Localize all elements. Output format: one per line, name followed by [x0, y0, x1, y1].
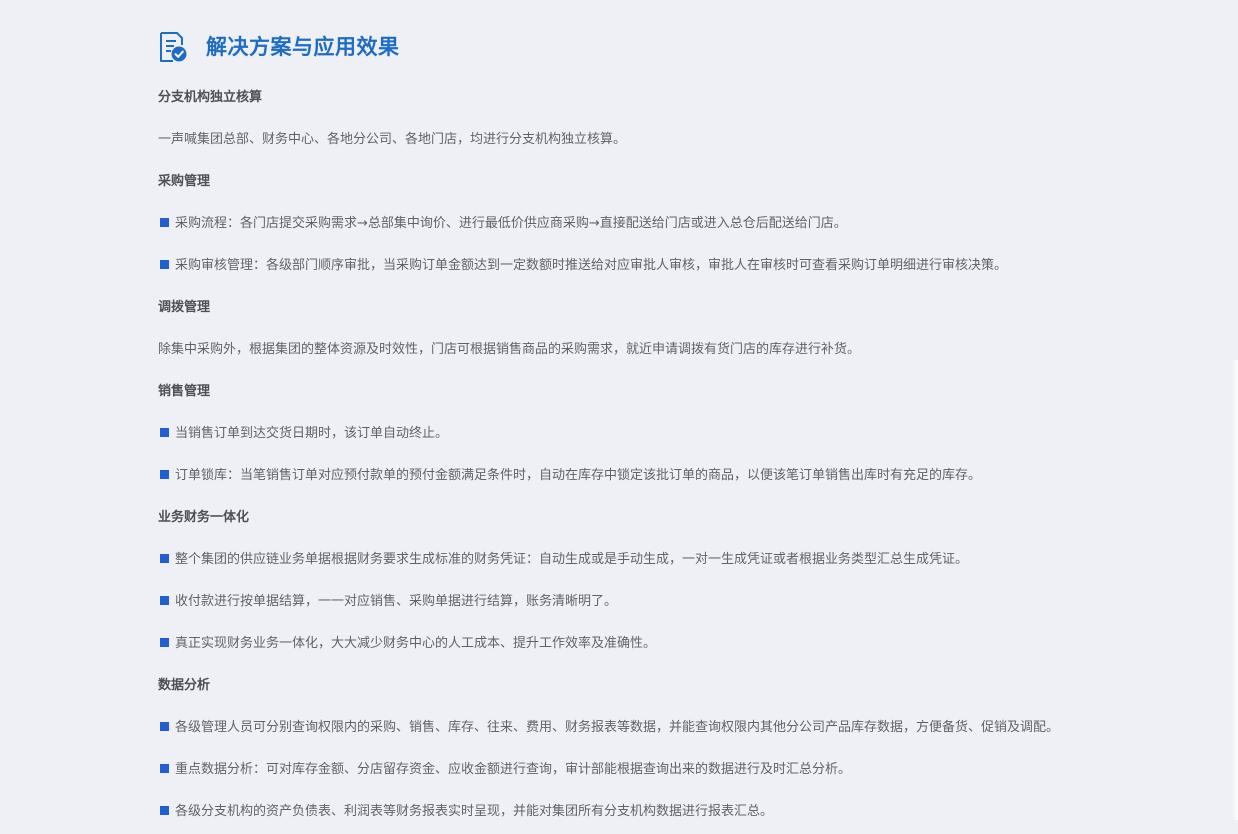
list-item-text: 各级分支机构的资产负债表、利润表等财务报表实时呈现，并能对集团所有分支机构数据进…: [175, 804, 774, 819]
square-bullet-icon: [160, 470, 169, 479]
page-title: 解决方案与应用效果: [206, 35, 400, 59]
section-heading: 业务财务一体化: [158, 510, 250, 525]
document-check-icon: [160, 32, 187, 62]
square-bullet-icon: [160, 638, 169, 647]
scroll-edge: [1232, 360, 1238, 820]
list-item-text: 真正实现财务业务一体化，大大减少财务中心的人工成本、提升工作效率及准确性。: [175, 636, 657, 651]
list-item-text: 一声喊集团总部、财务中心、各地分公司、各地门店，均进行分支机构独立核算。: [158, 132, 627, 147]
list-item: 采购审核管理：各级部门顺序审批，当采购订单金额达到一定数额时推送给对应审批人审核…: [158, 252, 1218, 294]
list-item-text: 各级管理人员可分别查询权限内的采购、销售、库存、往来、费用、财务报表等数据，并能…: [175, 720, 1060, 735]
list-item: 一声喊集团总部、财务中心、各地分公司、各地门店，均进行分支机构独立核算。: [158, 126, 1218, 168]
list-item-text: 采购流程：各门店提交采购需求→总部集中询价、进行最低价供应商采购→直接配送给门店…: [175, 216, 847, 231]
list-item-text: 除集中采购外，根据集团的整体资源及时效性，门店可根据销售商品的采购需求，就近申请…: [158, 342, 861, 357]
list-item-text: 采购审核管理：各级部门顺序审批，当采购订单金额达到一定数额时推送给对应审批人审核…: [175, 258, 1008, 273]
page: 解决方案与应用效果 分支机构独立核算一声喊集团总部、财务中心、各地分公司、各地门…: [0, 0, 1238, 834]
square-bullet-icon: [160, 806, 169, 815]
list-item-text: 订单锁库：当笔销售订单对应预付款单的预付金额满足条件时，自动在库存中锁定该批订单…: [175, 468, 982, 483]
list-item-text: 整个集团的供应链业务单据根据财务要求生成标准的财务凭证：自动生成或是手动生成，一…: [175, 552, 969, 567]
content-body: 分支机构独立核算一声喊集团总部、财务中心、各地分公司、各地门店，均进行分支机构独…: [158, 84, 1218, 834]
list-item: 当销售订单到达交货日期时，该订单自动终止。: [158, 420, 1218, 462]
list-item: 真正实现财务业务一体化，大大减少财务中心的人工成本、提升工作效率及准确性。: [158, 630, 1218, 672]
list-item-text: 重点数据分析：可对库存金额、分店留存资金、应收金额进行查询，审计部能根据查询出来…: [175, 762, 852, 777]
section-heading: 调拨管理: [158, 300, 211, 315]
square-bullet-icon: [160, 260, 169, 269]
section-heading: 销售管理: [158, 384, 211, 399]
section-heading: 采购管理: [158, 174, 211, 189]
square-bullet-icon: [160, 428, 169, 437]
list-item: 采购流程：各门店提交采购需求→总部集中询价、进行最低价供应商采购→直接配送给门店…: [158, 210, 1218, 252]
square-bullet-icon: [160, 764, 169, 773]
square-bullet-icon: [160, 722, 169, 731]
list-item: 除集中采购外，根据集团的整体资源及时效性，门店可根据销售商品的采购需求，就近申请…: [158, 336, 1218, 378]
list-item: 整个集团的供应链业务单据根据财务要求生成标准的财务凭证：自动生成或是手动生成，一…: [158, 546, 1218, 588]
list-item: 重点数据分析：可对库存金额、分店留存资金、应收金额进行查询，审计部能根据查询出来…: [158, 756, 1218, 798]
section-heading: 数据分析: [158, 678, 211, 693]
list-item: 收付款进行按单据结算，一一对应销售、采购单据进行结算，账务清晰明了。: [158, 588, 1218, 630]
square-bullet-icon: [160, 596, 169, 605]
section-header: 解决方案与应用效果: [158, 30, 400, 64]
list-item: 各级管理人员可分别查询权限内的采购、销售、库存、往来、费用、财务报表等数据，并能…: [158, 714, 1218, 756]
square-bullet-icon: [160, 554, 169, 563]
list-item-text: 当销售订单到达交货日期时，该订单自动终止。: [175, 426, 449, 441]
bottom-fade: [0, 822, 1238, 834]
list-item: 订单锁库：当笔销售订单对应预付款单的预付金额满足条件时，自动在库存中锁定该批订单…: [158, 462, 1218, 504]
section-heading: 分支机构独立核算: [158, 90, 263, 105]
square-bullet-icon: [160, 218, 169, 227]
list-item-text: 收付款进行按单据结算，一一对应销售、采购单据进行结算，账务清晰明了。: [175, 594, 618, 609]
